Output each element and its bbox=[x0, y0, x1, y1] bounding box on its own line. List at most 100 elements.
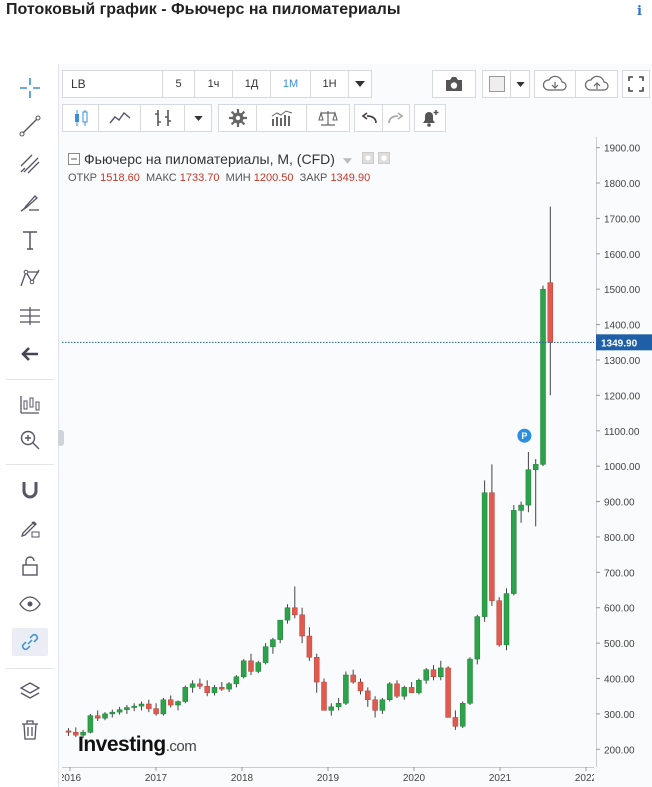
y-tick-label: 1700.00 bbox=[604, 214, 641, 225]
chart-type-icon[interactable] bbox=[12, 390, 48, 418]
candlestick-chart[interactable]: P bbox=[62, 137, 594, 767]
candle bbox=[547, 206, 554, 396]
interval-1d[interactable]: 1Д bbox=[233, 71, 271, 97]
candle bbox=[219, 682, 225, 691]
earnings-marker: P bbox=[517, 428, 532, 443]
eye-icon[interactable] bbox=[12, 590, 48, 618]
candle bbox=[211, 684, 218, 696]
candle bbox=[481, 480, 488, 622]
candle bbox=[540, 285, 546, 467]
candle bbox=[277, 619, 283, 644]
color-picker-button[interactable] bbox=[482, 70, 530, 98]
y-tick-label: 500.00 bbox=[604, 639, 635, 650]
y-tick-label: 1600.00 bbox=[604, 250, 641, 261]
candle bbox=[292, 586, 298, 619]
layers-icon[interactable] bbox=[12, 678, 48, 706]
redo-icon[interactable] bbox=[383, 105, 409, 131]
chevron-down-icon bbox=[355, 81, 365, 87]
interval-1w[interactable]: 1Н bbox=[311, 71, 349, 97]
y-tick-label: 1400.00 bbox=[604, 321, 641, 332]
candle bbox=[124, 705, 130, 714]
y-tick-label: 1500.00 bbox=[604, 285, 641, 296]
text-icon[interactable] bbox=[12, 226, 48, 254]
studies-icon[interactable] bbox=[257, 105, 307, 131]
crosshair-icon[interactable] bbox=[12, 74, 48, 102]
bell-plus-icon bbox=[415, 105, 445, 131]
chevron-down-icon bbox=[511, 71, 529, 97]
candle bbox=[511, 505, 517, 596]
x-tick-label: 2017 bbox=[145, 773, 168, 784]
unlock-icon[interactable] bbox=[12, 552, 48, 580]
candle bbox=[459, 701, 466, 729]
y-tick-label: 200.00 bbox=[604, 745, 635, 756]
trendline-icon[interactable] bbox=[12, 112, 48, 140]
candle bbox=[153, 703, 159, 716]
snapshot-button[interactable] bbox=[432, 70, 476, 98]
candle bbox=[474, 614, 481, 665]
time-axis[interactable]: 2016 2017 2018 2019 2020 2021 2022 bbox=[62, 767, 594, 787]
zoom-icon[interactable] bbox=[12, 426, 48, 454]
info-icon[interactable]: i bbox=[637, 4, 642, 19]
page-title: Потоковый график - Фьючерс на пиломатери… bbox=[6, 1, 401, 18]
color-swatch bbox=[483, 71, 511, 97]
candle bbox=[467, 657, 473, 706]
y-tick-label: 300.00 bbox=[604, 710, 635, 721]
trash-icon[interactable] bbox=[12, 716, 48, 744]
gear-icon[interactable] bbox=[219, 105, 257, 131]
candle bbox=[255, 660, 262, 674]
interval-toolbar: LB 5 1ч 1Д 1М 1Н bbox=[62, 70, 372, 98]
interval-5[interactable]: 5 bbox=[163, 71, 195, 97]
interval-dropdown[interactable] bbox=[349, 71, 371, 97]
fullscreen-button[interactable] bbox=[622, 70, 650, 98]
interval-1h[interactable]: 1ч bbox=[195, 71, 233, 97]
candle bbox=[226, 682, 232, 692]
y-tick-label: 900.00 bbox=[604, 498, 635, 509]
settings-toolbar bbox=[218, 104, 350, 132]
fib-icon[interactable] bbox=[12, 150, 48, 178]
candle bbox=[365, 687, 371, 707]
x-tick-label: 2020 bbox=[403, 773, 426, 784]
pattern-icon[interactable] bbox=[12, 264, 48, 292]
candle bbox=[357, 678, 364, 695]
link-icon[interactable] bbox=[12, 628, 48, 656]
cloud-buttons bbox=[534, 70, 618, 98]
candle bbox=[299, 607, 305, 644]
candle bbox=[240, 659, 247, 679]
symbol-input[interactable]: LB bbox=[63, 71, 163, 97]
x-tick-label: 2021 bbox=[489, 773, 512, 784]
measure-icon[interactable] bbox=[12, 302, 48, 330]
candle bbox=[270, 637, 276, 654]
area-chart-icon[interactable] bbox=[99, 105, 141, 131]
investing-logo: Investing.com bbox=[78, 733, 197, 756]
cloud-download-icon[interactable] bbox=[535, 71, 577, 97]
candle bbox=[496, 597, 502, 647]
y-tick-label: 1100.00 bbox=[604, 427, 640, 438]
candle bbox=[313, 653, 320, 693]
candle bbox=[146, 699, 152, 713]
candles-icon[interactable] bbox=[63, 105, 99, 131]
back-arrow-icon[interactable] bbox=[12, 340, 48, 368]
y-tick-label: 1300.00 bbox=[604, 356, 641, 367]
interval-1m[interactable]: 1М bbox=[271, 71, 311, 97]
candle bbox=[445, 666, 451, 718]
indicators-icon[interactable] bbox=[141, 105, 185, 131]
magnet-icon[interactable] bbox=[12, 476, 48, 504]
cloud-upload-icon[interactable] bbox=[576, 71, 617, 97]
candle bbox=[182, 685, 189, 704]
candle bbox=[416, 678, 422, 695]
candle bbox=[160, 697, 167, 716]
alert-button[interactable] bbox=[414, 104, 446, 132]
candle bbox=[233, 674, 240, 688]
lock-drawing-icon[interactable] bbox=[12, 514, 48, 542]
candle bbox=[379, 697, 386, 714]
chevron-down-icon[interactable] bbox=[185, 105, 211, 131]
candle bbox=[489, 464, 495, 606]
candle bbox=[138, 701, 145, 711]
undo-icon[interactable] bbox=[355, 105, 383, 131]
candle bbox=[394, 680, 400, 698]
candle bbox=[372, 696, 378, 718]
candle bbox=[452, 710, 459, 730]
price-axis[interactable]: 1900.00 1800.00 1700.00 1600.00 1500.00 1400.… bbox=[596, 137, 652, 767]
brush-icon[interactable] bbox=[12, 188, 48, 216]
compare-scale-icon[interactable] bbox=[307, 105, 349, 131]
